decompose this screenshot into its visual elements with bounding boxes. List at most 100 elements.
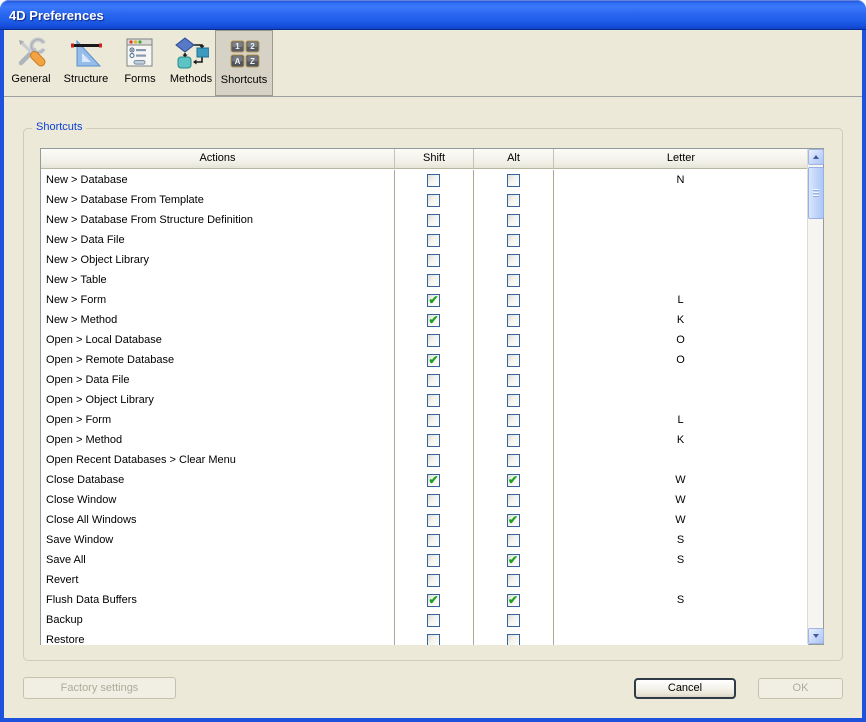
table-row[interactable]: Open > Local Database O [41, 330, 808, 350]
tab-structure[interactable]: Structure [56, 30, 116, 96]
table-row[interactable]: Save All S [41, 550, 808, 570]
column-header-alt[interactable]: Alt [473, 149, 553, 168]
table-row[interactable]: Restore [41, 630, 808, 645]
row-letter[interactable]: S [553, 594, 808, 606]
table-row[interactable]: Open > Form L [41, 410, 808, 430]
alt-checkbox[interactable] [507, 294, 520, 307]
column-header-shift[interactable]: Shift [394, 149, 473, 168]
row-letter[interactable]: S [553, 534, 808, 546]
shift-checkbox[interactable] [427, 574, 440, 587]
alt-checkbox[interactable] [507, 514, 520, 527]
row-letter[interactable]: W [553, 514, 808, 526]
row-letter[interactable]: N [553, 174, 808, 186]
alt-checkbox[interactable] [507, 214, 520, 227]
vertical-scrollbar[interactable] [807, 149, 823, 644]
alt-checkbox[interactable] [507, 234, 520, 247]
alt-checkbox[interactable] [507, 574, 520, 587]
alt-checkbox[interactable] [507, 554, 520, 567]
shift-checkbox[interactable] [427, 354, 440, 367]
shift-checkbox[interactable] [427, 314, 440, 327]
table-row[interactable]: New > Object Library [41, 250, 808, 270]
shift-checkbox[interactable] [427, 514, 440, 527]
alt-checkbox[interactable] [507, 494, 520, 507]
cancel-button[interactable]: Cancel [634, 678, 736, 699]
table-row[interactable]: New > Database From Template [41, 190, 808, 210]
alt-checkbox[interactable] [507, 414, 520, 427]
table-row[interactable]: Open > Remote Database O [41, 350, 808, 370]
row-letter[interactable]: L [553, 414, 808, 426]
column-header-actions[interactable]: Actions [41, 149, 394, 168]
shift-checkbox[interactable] [427, 434, 440, 447]
tab-methods[interactable]: Methods [164, 30, 218, 96]
table-row[interactable]: New > Database N [41, 170, 808, 190]
alt-checkbox[interactable] [507, 314, 520, 327]
shift-checkbox[interactable] [427, 474, 440, 487]
table-row[interactable]: Open > Method K [41, 430, 808, 450]
alt-checkbox[interactable] [507, 334, 520, 347]
row-letter[interactable]: K [553, 314, 808, 326]
shift-checkbox[interactable] [427, 394, 440, 407]
table-row[interactable]: New > Method K [41, 310, 808, 330]
shift-checkbox[interactable] [427, 174, 440, 187]
alt-checkbox[interactable] [507, 474, 520, 487]
alt-checkbox[interactable] [507, 254, 520, 267]
shift-checkbox[interactable] [427, 554, 440, 567]
table-row[interactable]: Close Window W [41, 490, 808, 510]
row-letter[interactable]: W [553, 474, 808, 486]
alt-checkbox[interactable] [507, 454, 520, 467]
shift-checkbox[interactable] [427, 454, 440, 467]
table-row[interactable]: New > Database From Structure Definition [41, 210, 808, 230]
row-letter[interactable]: W [553, 494, 808, 506]
alt-checkbox[interactable] [507, 274, 520, 287]
alt-checkbox[interactable] [507, 634, 520, 646]
tab-forms[interactable]: Forms [118, 30, 162, 96]
shift-checkbox[interactable] [427, 614, 440, 627]
row-letter[interactable]: K [553, 434, 808, 446]
shift-checkbox[interactable] [427, 534, 440, 547]
shift-checkbox[interactable] [427, 494, 440, 507]
table-row[interactable]: Open Recent Databases > Clear Menu [41, 450, 808, 470]
scroll-down-button[interactable] [808, 628, 824, 644]
row-letter[interactable]: L [553, 294, 808, 306]
alt-checkbox[interactable] [507, 594, 520, 607]
factory-settings-button[interactable]: Factory settings [23, 677, 176, 699]
row-letter[interactable]: O [553, 354, 808, 366]
alt-checkbox[interactable] [507, 394, 520, 407]
table-row[interactable]: Flush Data Buffers S [41, 590, 808, 610]
column-header-letter[interactable]: Letter [553, 149, 808, 168]
tab-general[interactable]: General [8, 30, 54, 96]
row-letter[interactable]: S [553, 554, 808, 566]
shift-checkbox[interactable] [427, 234, 440, 247]
table-row[interactable]: Revert [41, 570, 808, 590]
table-row[interactable]: New > Table [41, 270, 808, 290]
scroll-up-button[interactable] [808, 149, 824, 165]
row-letter[interactable]: O [553, 334, 808, 346]
table-row[interactable]: New > Data File [41, 230, 808, 250]
shift-checkbox[interactable] [427, 274, 440, 287]
alt-checkbox[interactable] [507, 534, 520, 547]
alt-checkbox[interactable] [507, 194, 520, 207]
alt-checkbox[interactable] [507, 354, 520, 367]
table-row[interactable]: Close Database W [41, 470, 808, 490]
table-row[interactable]: Save Window S [41, 530, 808, 550]
alt-checkbox[interactable] [507, 374, 520, 387]
alt-checkbox[interactable] [507, 434, 520, 447]
ok-button[interactable]: OK [758, 678, 843, 699]
shift-checkbox[interactable] [427, 214, 440, 227]
shift-checkbox[interactable] [427, 374, 440, 387]
shift-checkbox[interactable] [427, 294, 440, 307]
alt-checkbox[interactable] [507, 174, 520, 187]
titlebar[interactable]: 4D Preferences [0, 0, 866, 30]
shift-checkbox[interactable] [427, 334, 440, 347]
shift-checkbox[interactable] [427, 594, 440, 607]
table-row[interactable]: New > Form L [41, 290, 808, 310]
table-row[interactable]: Open > Data File [41, 370, 808, 390]
table-row[interactable]: Backup [41, 610, 808, 630]
table-row[interactable]: Open > Object Library [41, 390, 808, 410]
shift-checkbox[interactable] [427, 194, 440, 207]
table-row[interactable]: Close All Windows W [41, 510, 808, 530]
shift-checkbox[interactable] [427, 254, 440, 267]
scrollbar-thumb[interactable] [808, 167, 824, 219]
shift-checkbox[interactable] [427, 634, 440, 646]
shift-checkbox[interactable] [427, 414, 440, 427]
